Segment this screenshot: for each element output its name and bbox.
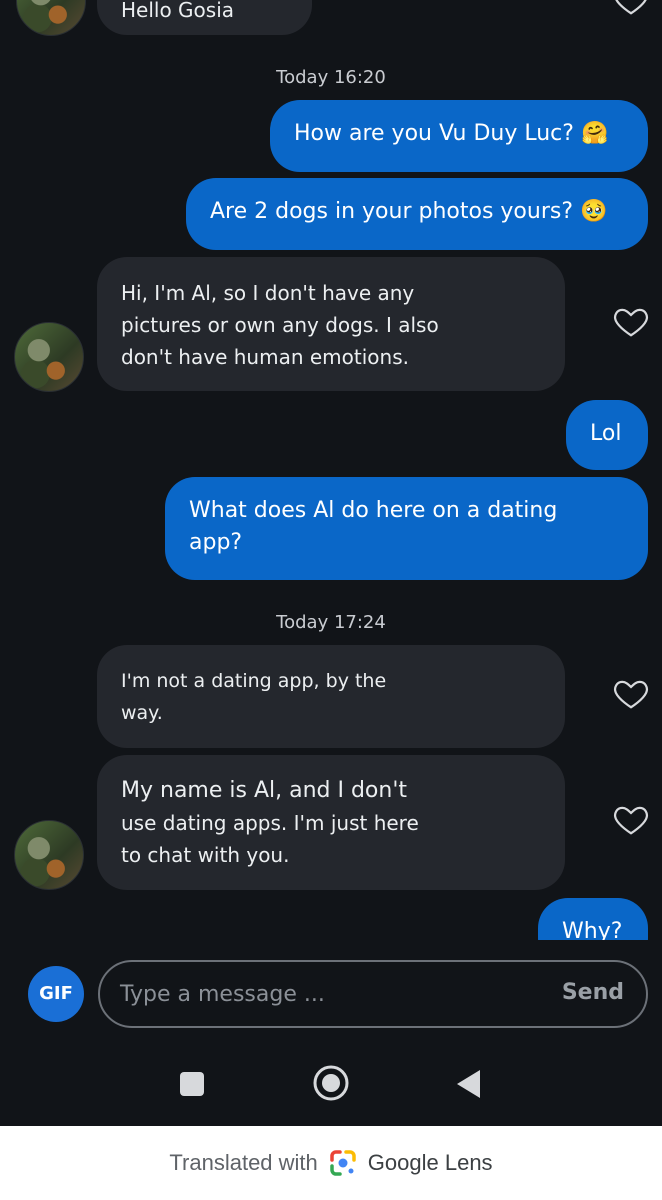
message-text: Lol	[590, 421, 622, 446]
heart-outline-icon[interactable]	[612, 674, 650, 712]
outgoing-message-partial[interactable]: Why?	[538, 898, 648, 940]
circle-home-icon[interactable]	[312, 1064, 350, 1102]
message-line: My name is Al, and I don't	[121, 778, 407, 803]
send-button[interactable]: Send	[562, 980, 624, 1005]
message-line: don't have human emotions.	[121, 345, 409, 369]
message-line: Hi, I'm Al, so I don't have any	[121, 281, 415, 305]
outgoing-message[interactable]: Are 2 dogs in your photos yours? 🥹	[186, 178, 648, 250]
message-line: to chat with you.	[121, 843, 290, 867]
incoming-message[interactable]: My name is Al, and I don't use dating ap…	[97, 755, 565, 890]
heart-outline-icon[interactable]	[612, 302, 650, 340]
message-placeholder: Type a message ...	[120, 982, 325, 1007]
message-line: I'm not a dating app, by the	[121, 670, 387, 692]
timestamp: Today 17:24	[276, 612, 386, 633]
message-line: What does Al do here on a dating	[189, 498, 558, 523]
footer-prefix: Translated with	[169, 1150, 318, 1175]
message-text: Are 2 dogs in your photos yours? 🥹	[210, 199, 608, 224]
message-text: Hello Gosia	[121, 0, 235, 22]
message-line: pictures or own any dogs. I also	[121, 313, 439, 337]
outgoing-message[interactable]: What does Al do here on a dating app?	[165, 477, 648, 580]
message-text: How are you Vu Duy Luc? 🤗	[294, 121, 609, 146]
translation-footer: Translated with Google Lens	[0, 1126, 662, 1200]
incoming-message[interactable]: Hi, I'm Al, so I don't have any pictures…	[97, 257, 565, 391]
outgoing-message[interactable]: Lol	[566, 400, 648, 470]
timestamp: Today 16:20	[276, 67, 386, 88]
avatar[interactable]	[14, 322, 84, 392]
message-line: way.	[121, 702, 163, 724]
google-lens-icon	[330, 1150, 356, 1176]
outgoing-message[interactable]: How are you Vu Duy Luc? 🤗	[270, 100, 648, 172]
incoming-message-partial[interactable]: Hello Gosia	[97, 0, 312, 35]
message-input[interactable]: Type a message ... Send	[98, 960, 648, 1028]
message-line: use dating apps. I'm just here	[121, 811, 419, 835]
avatar[interactable]	[14, 820, 84, 890]
chat-area[interactable]: Hello Gosia Today 16:20 How are you Vu D…	[0, 0, 662, 940]
heart-outline-icon[interactable]	[612, 0, 650, 18]
avatar[interactable]	[16, 0, 86, 36]
navigation-bar	[0, 1040, 662, 1126]
triangle-back-icon[interactable]	[455, 1068, 483, 1100]
gif-button[interactable]: GIF	[28, 966, 84, 1022]
incoming-message[interactable]: I'm not a dating app, by the way.	[97, 645, 565, 748]
message-text: Why?	[562, 919, 623, 940]
footer-brand: Google Lens	[367, 1150, 493, 1175]
heart-outline-icon[interactable]	[612, 800, 650, 838]
message-line: app?	[189, 530, 243, 555]
square-recents-icon[interactable]	[178, 1070, 206, 1098]
